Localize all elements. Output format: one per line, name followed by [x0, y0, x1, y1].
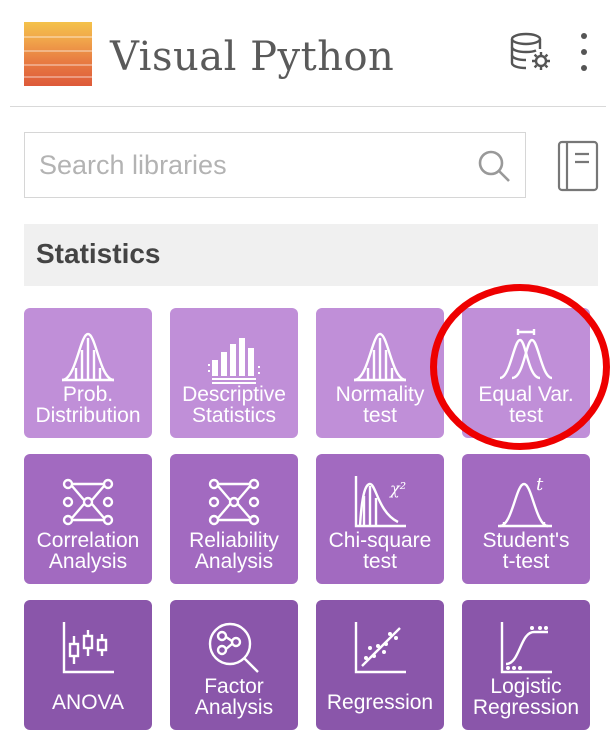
t-test-icon: t [498, 474, 552, 528]
more-vert-icon[interactable] [574, 30, 594, 74]
tile-normality-test[interactable]: Normality test [316, 308, 444, 438]
tile-label: ANOVA [52, 691, 124, 714]
search-icon[interactable] [475, 147, 513, 185]
tile-label: Student's t-test [482, 529, 570, 573]
svg-text:χ²: χ² [389, 479, 406, 498]
tile-label: Prob. Distribution [35, 383, 141, 427]
svg-text:t: t [536, 474, 544, 495]
tile-label: Normality test [335, 383, 425, 427]
tile-anova[interactable]: ANOVA [24, 600, 152, 730]
tile-prob-distribution[interactable]: Prob. Distribution [24, 308, 152, 438]
reliability-icon [208, 478, 260, 526]
category-header[interactable]: Statistics [24, 224, 598, 286]
tile-label: Logistic Regression [472, 675, 580, 719]
tile-label: Chi-square test [328, 529, 432, 573]
factor-analysis-icon [208, 622, 259, 673]
tile-factor-analysis[interactable]: Factor Analysis [170, 600, 298, 730]
normality-icon [353, 332, 407, 382]
tile-reliability-analysis[interactable]: Reliability Analysis [170, 454, 298, 584]
regression-icon [354, 622, 406, 674]
tile-label: Descriptive Statistics [182, 383, 286, 427]
equal-variance-icon [499, 329, 553, 380]
visual-python-logo [24, 22, 92, 86]
tile-regression[interactable]: Regression [316, 600, 444, 730]
tile-label: Equal Var. test [478, 383, 574, 427]
search-box[interactable] [24, 132, 526, 198]
tile-chi-square-test[interactable]: χ² Chi-square test [316, 454, 444, 584]
tile-students-t-test[interactable]: t Student's t-test [462, 454, 590, 584]
tile-descriptive-statistics[interactable]: Descriptive Statistics [170, 308, 298, 438]
logistic-regression-icon [500, 622, 552, 674]
category-title: Statistics [36, 238, 161, 269]
header-divider [10, 106, 606, 107]
book-icon[interactable] [556, 140, 600, 192]
tile-logistic-regression[interactable]: Logistic Regression [462, 600, 590, 730]
descriptive-stats-icon [208, 338, 260, 384]
tile-label: Correlation Analysis [36, 529, 140, 573]
database-settings-icon[interactable] [508, 30, 552, 74]
search-input[interactable] [39, 133, 459, 197]
distribution-icon [61, 332, 115, 382]
tile-equal-var-test[interactable]: Equal Var. test [462, 308, 590, 438]
app-title: Visual Python [110, 34, 395, 80]
correlation-icon [62, 478, 114, 526]
tile-label: Regression [326, 691, 434, 714]
tile-label: Factor Analysis [194, 675, 274, 719]
chi-square-icon: χ² [354, 476, 406, 528]
tile-correlation-analysis[interactable]: Correlation Analysis [24, 454, 152, 584]
anova-icon [62, 622, 114, 674]
tile-label: Reliability Analysis [189, 529, 279, 573]
